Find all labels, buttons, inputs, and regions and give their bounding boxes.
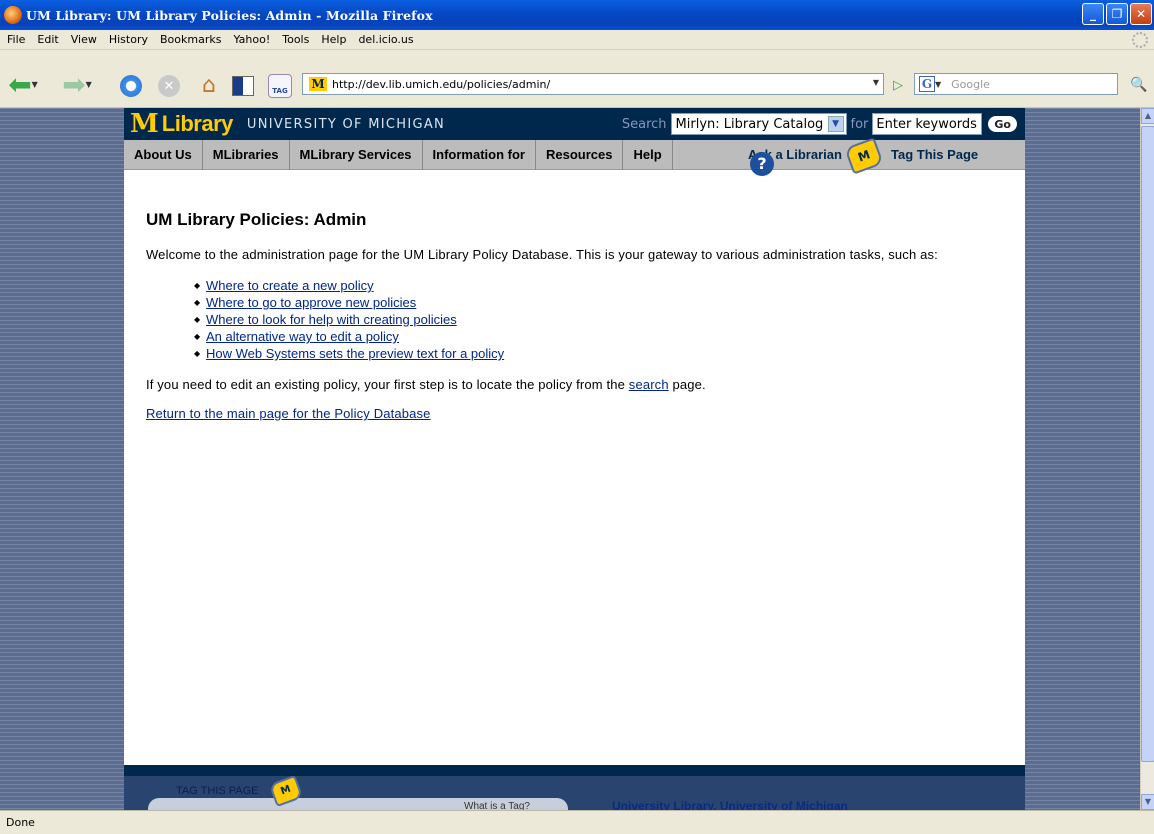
menu-tools[interactable]: Tools	[282, 33, 309, 46]
tag-this-page-link[interactable]: Tag This Page	[891, 140, 978, 170]
tag-label: TAG	[272, 87, 288, 95]
link-alternative-edit[interactable]: An alternative way to edit a policy	[206, 329, 399, 344]
go-arrow-button[interactable]: ▷	[888, 74, 908, 96]
search-engine-dropdown-icon[interactable]: ▼	[935, 80, 941, 89]
search-magnifier-icon[interactable]: 🔍	[1128, 74, 1150, 96]
scroll-thumb[interactable]	[1141, 126, 1154, 762]
intro-text: Welcome to the administration page for t…	[146, 247, 938, 262]
nav-help[interactable]: Help	[623, 139, 673, 170]
search-engine-icon[interactable]: G	[919, 76, 935, 92]
menu-bar: File Edit View History Bookmarks Yahoo! …	[0, 30, 1154, 50]
status-bar: Done	[0, 810, 1154, 834]
search-label: Search	[621, 116, 667, 132]
url-bar[interactable]: M http://dev.lib.umich.edu/policies/admi…	[302, 73, 884, 95]
menu-history[interactable]: History	[109, 33, 148, 46]
list-item: An alternative way to edit a policy	[194, 328, 1003, 345]
site-footer: TAG THIS PAGE M What is a Tag? Universit…	[124, 765, 1025, 810]
nav-resources[interactable]: Resources	[536, 139, 624, 170]
window-title-bar: UM Library: UM Library Policies: Admin -…	[0, 0, 1154, 30]
menu-yahoo[interactable]: Yahoo!	[233, 33, 270, 46]
link-create-policy[interactable]: Where to create a new policy	[206, 278, 374, 293]
question-mark-icon[interactable]: ?	[750, 152, 774, 176]
link-approve-policies[interactable]: Where to go to approve new policies	[206, 295, 416, 310]
search-placeholder[interactable]: Google	[951, 78, 990, 91]
library-wordmark[interactable]: Library	[162, 111, 234, 137]
footer-tag-this-page[interactable]: TAG THIS PAGE	[176, 785, 259, 797]
header-go-button[interactable]: Go	[988, 116, 1017, 132]
footer-bar	[124, 765, 1025, 776]
minimize-button[interactable]: _	[1082, 3, 1104, 25]
firefox-icon	[4, 6, 22, 24]
menu-file[interactable]: File	[7, 33, 25, 46]
tag-logo-icon[interactable]: M	[844, 137, 884, 175]
url-text[interactable]: http://dev.lib.umich.edu/policies/admin/	[332, 78, 550, 91]
list-item: Where to go to approve new policies	[194, 294, 1003, 311]
home-button[interactable]: ⌂	[196, 73, 222, 98]
forward-dropdown-icon[interactable]: ▼	[86, 74, 92, 96]
nav-mlibrary-services[interactable]: MLibrary Services	[290, 139, 423, 170]
site-header: M Library UNIVERSITY OF MICHIGAN Search …	[124, 108, 1025, 140]
select-arrow-icon[interactable]: ▼	[827, 116, 844, 132]
reload-button[interactable]	[120, 75, 142, 97]
main-content: UM Library Policies: Admin Welcome to th…	[124, 170, 1025, 422]
site-nav: About Us MLibraries MLibrary Services In…	[124, 137, 1025, 176]
page-body: M Library UNIVERSITY OF MICHIGAN Search …	[124, 108, 1025, 810]
link-preview-text[interactable]: How Web Systems sets the preview text fo…	[206, 346, 504, 361]
forward-button[interactable]: ➡ ▼	[62, 71, 92, 99]
university-name: UNIVERSITY OF MICHIGAN	[246, 116, 446, 132]
vertical-scrollbar[interactable]: ▲ ▼	[1140, 108, 1154, 810]
nav-about-us[interactable]: About Us	[124, 139, 203, 170]
menu-edit[interactable]: Edit	[37, 33, 58, 46]
menu-view[interactable]: View	[71, 33, 97, 46]
m-logo[interactable]: M	[130, 109, 159, 139]
delicious-button[interactable]	[232, 76, 254, 96]
left-background-stripe	[0, 108, 124, 810]
url-dropdown-icon[interactable]: ▼	[873, 78, 879, 87]
close-button[interactable]: ✕	[1130, 3, 1152, 25]
edit-prefix: If you need to edit an existing policy, …	[146, 377, 629, 392]
header-search: Search Mirlyn: Library Catalog ▼ for Ent…	[622, 113, 1017, 135]
for-label: for	[850, 116, 869, 132]
menu-delicious[interactable]: del.icio.us	[358, 33, 413, 46]
nav-information-for[interactable]: Information for	[423, 139, 536, 170]
page-viewport: M Library UNIVERSITY OF MICHIGAN Search …	[0, 108, 1140, 810]
return-main-link[interactable]: Return to the main page for the Policy D…	[146, 406, 431, 421]
window-title: UM Library: UM Library Policies: Admin -…	[26, 7, 433, 23]
footer-university-library: University Library, University of Michig…	[612, 799, 848, 810]
what-is-tag-link[interactable]: What is a Tag?	[464, 801, 530, 810]
maximize-button[interactable]: ❐	[1106, 3, 1128, 25]
keywords-value: Enter keywords	[876, 116, 977, 132]
right-background-stripe	[1025, 108, 1140, 810]
menu-bookmarks[interactable]: Bookmarks	[160, 33, 221, 46]
tag-button[interactable]: TAG	[268, 74, 292, 98]
list-item: Where to create a new policy	[194, 277, 1003, 294]
back-button[interactable]: ⬅ ▼	[6, 71, 40, 99]
list-item: Where to look for help with creating pol…	[194, 311, 1003, 328]
catalog-select-value: Mirlyn: Library Catalog	[675, 116, 824, 132]
edit-suffix: page.	[668, 377, 706, 392]
page-title: UM Library Policies: Admin	[146, 210, 367, 229]
throbber-icon	[1132, 32, 1148, 48]
nav-mlibraries[interactable]: MLibraries	[203, 139, 290, 170]
scroll-down-icon[interactable]: ▼	[1141, 794, 1154, 810]
status-text: Done	[6, 816, 35, 829]
back-dropdown-icon[interactable]: ▼	[32, 74, 38, 96]
window-controls: _ ❐ ✕	[1082, 3, 1152, 25]
keywords-input[interactable]: Enter keywords	[872, 113, 983, 135]
edit-instructions: If you need to edit an existing policy, …	[146, 376, 1003, 393]
stop-button[interactable]: ✕	[158, 75, 180, 97]
navigation-toolbar: ⬅ ▼ ➡ ▼ ✕ ⌂ TAG M http://dev.lib.umich.edu…	[0, 50, 1154, 108]
link-help-creating[interactable]: Where to look for help with creating pol…	[206, 312, 457, 327]
list-item: How Web Systems sets the preview text fo…	[194, 345, 1003, 362]
search-bar[interactable]: G ▼ Google	[914, 73, 1118, 95]
search-page-link[interactable]: search	[629, 377, 669, 392]
scroll-up-icon[interactable]: ▲	[1141, 108, 1154, 124]
site-favicon: M	[309, 77, 327, 91]
catalog-select[interactable]: Mirlyn: Library Catalog ▼	[670, 113, 847, 135]
admin-links-list: Where to create a new policy Where to go…	[194, 277, 1003, 362]
menu-help[interactable]: Help	[321, 33, 346, 46]
